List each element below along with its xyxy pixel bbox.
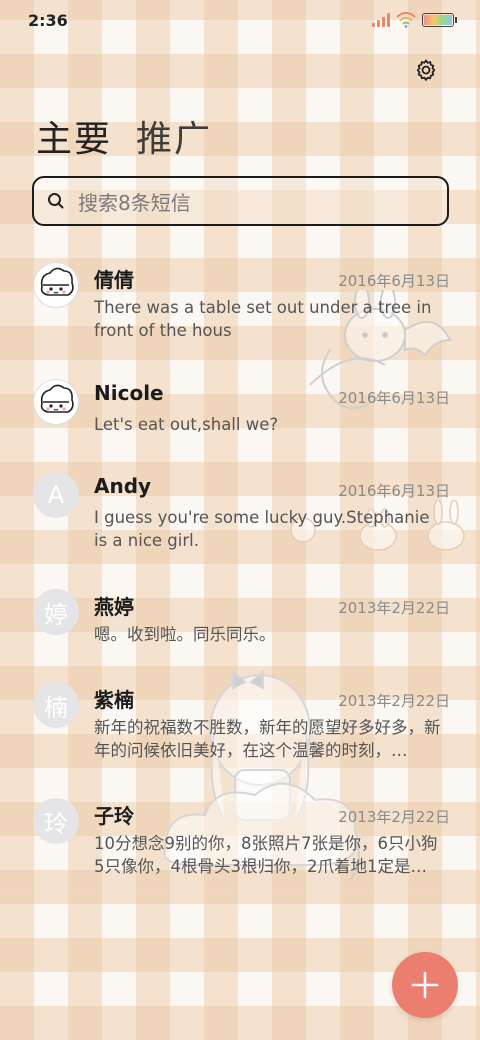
- plus-icon: [411, 971, 439, 999]
- message-date: 2013年2月22日: [338, 599, 450, 617]
- avatar[interactable]: 婷: [33, 589, 79, 635]
- settings-button[interactable]: [412, 56, 440, 84]
- message-preview: Let's eat out,shall we?: [94, 415, 279, 434]
- message-row[interactable]: 倩倩 2016年6月13日 There was a table set out …: [0, 258, 480, 358]
- face-avatar-icon: [40, 384, 74, 413]
- message-row[interactable]: A Andy 2016年6月13日 I guess you're some lu…: [0, 468, 480, 568]
- gear-icon: [416, 59, 436, 81]
- message-preview: 10分想念9别的你，8张照片7张是你，6只小狗5只像你，4根骨头3根归你，2爪着…: [94, 834, 438, 876]
- message-preview: 嗯。收到啦。同乐同乐。: [94, 625, 276, 644]
- contact-name: 子玲: [94, 804, 134, 828]
- message-date: 2016年6月13日: [338, 389, 450, 407]
- contact-name: 紫楠: [94, 688, 134, 712]
- contact-name: Nicole: [94, 381, 164, 405]
- message-preview: There was a table set out under a tree i…: [94, 298, 432, 340]
- search-bar[interactable]: 搜索8条短信: [32, 176, 449, 226]
- tab-promotions[interactable]: 推广: [136, 110, 212, 162]
- battery-icon: [422, 13, 457, 27]
- message-preview: I guess you're some lucky guy.Stephanie …: [94, 508, 430, 550]
- message-row[interactable]: 玲 子玲 2013年2月22日 10分想念9别的你，8张照片7张是你，6只小狗5…: [0, 794, 480, 894]
- wifi-icon: [396, 12, 416, 28]
- status-time: 2:36: [28, 10, 68, 30]
- message-row[interactable]: Nicole 2016年6月13日 Let's eat out,shall we…: [0, 375, 480, 455]
- message-row[interactable]: 楠 紫楠 2013年2月22日 新年的祝福数不胜数，新年的愿望好多好多，新年的问…: [0, 678, 480, 778]
- message-preview: 新年的祝福数不胜数，新年的愿望好多好多，新年的问候依旧美好，在这个温馨的时刻，…: [94, 718, 441, 760]
- message-date: 2016年6月13日: [338, 272, 450, 290]
- message-date: 2016年6月13日: [338, 482, 450, 500]
- search-icon: [48, 193, 64, 209]
- message-row[interactable]: 婷 燕婷 2013年2月22日 嗯。收到啦。同乐同乐。: [0, 585, 480, 665]
- avatar[interactable]: [33, 379, 79, 425]
- tab-bar: 主要 推广: [36, 110, 212, 162]
- message-date: 2013年2月22日: [338, 808, 450, 826]
- contact-name: 燕婷: [94, 595, 134, 619]
- tab-primary[interactable]: 主要: [36, 110, 112, 162]
- contact-name: 倩倩: [94, 268, 134, 292]
- message-date: 2013年2月22日: [338, 692, 450, 710]
- avatar[interactable]: 楠: [33, 682, 79, 728]
- status-icons: [372, 12, 457, 28]
- face-avatar-icon: [40, 267, 74, 296]
- contact-name: Andy: [94, 474, 152, 498]
- status-bar: 2:36: [0, 0, 480, 40]
- signal-icon: [372, 13, 390, 27]
- avatar[interactable]: 玲: [33, 798, 79, 844]
- avatar[interactable]: [33, 262, 79, 308]
- avatar[interactable]: A: [33, 472, 79, 518]
- search-input[interactable]: 搜索8条短信: [78, 187, 191, 216]
- compose-button[interactable]: [392, 952, 458, 1018]
